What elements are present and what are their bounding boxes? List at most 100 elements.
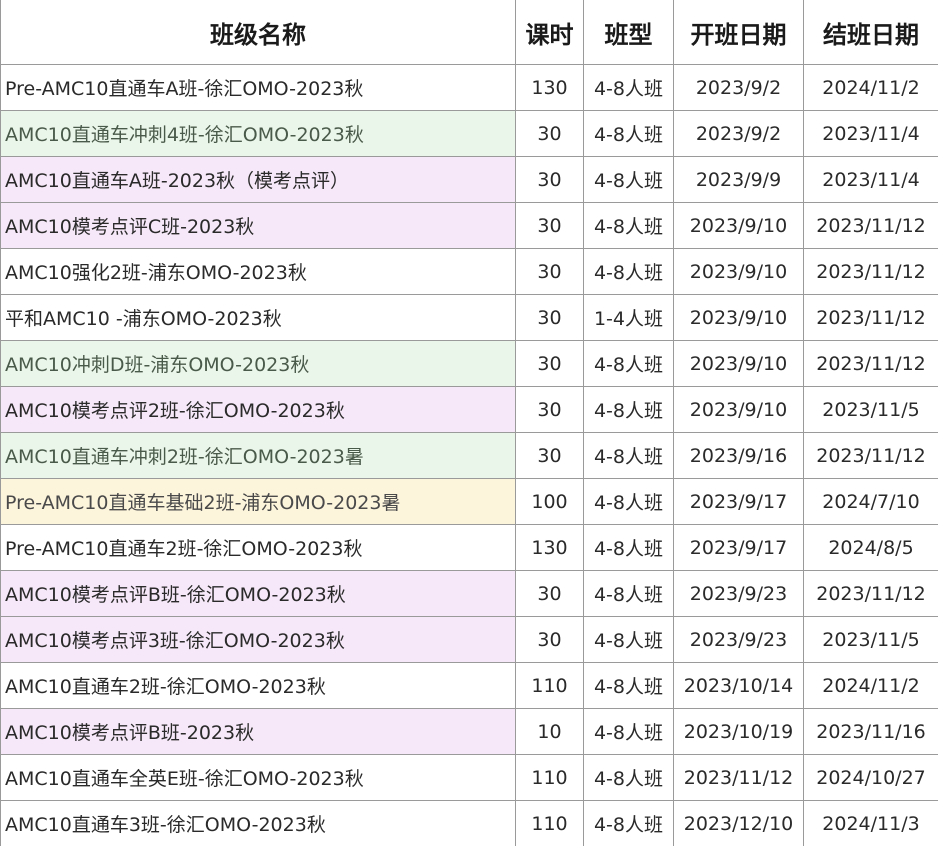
end-date-cell: 2024/11/2	[803, 64, 938, 111]
table-row: 平和AMC10 -浦东OMO-2023秋 30 1-4人班 2023/9/10 2023…	[0, 294, 938, 341]
class-type-cell: 4-8人班	[583, 478, 674, 525]
hours-cell: 30	[515, 570, 584, 617]
class-type-cell: 4-8人班	[583, 110, 674, 157]
class-type-cell: 4-8人班	[583, 800, 674, 846]
class-schedule-table: 班级名称 课时 班型 开班日期 结班日期 Pre-AMC10直通车A班-徐汇OM…	[0, 0, 938, 846]
table-row: AMC10直通车全英E班-徐汇OMO-2023秋 110 4-8人班 2023/11/…	[0, 754, 938, 801]
start-date-cell: 2023/9/2	[673, 64, 804, 111]
start-date-cell: 2023/9/10	[673, 340, 804, 387]
class-type-cell: 4-8人班	[583, 432, 674, 479]
table-row: AMC10模考点评B班-2023秋 10 4-8人班 2023/10/19 2023/1…	[0, 708, 938, 755]
table-row: AMC10直通车2班-徐汇OMO-2023秋 110 4-8人班 2023/10/14…	[0, 662, 938, 709]
end-date-cell: 2024/10/27	[803, 754, 938, 801]
end-date-cell: 2023/11/4	[803, 156, 938, 203]
table-row: AMC10模考点评2班-徐汇OMO-2023秋 30 4-8人班 2023/9/10 2…	[0, 386, 938, 433]
header-class-name: 班级名称	[0, 0, 516, 65]
hours-cell: 30	[515, 294, 584, 341]
class-type-cell: 4-8人班	[583, 202, 674, 249]
end-date-cell: 2023/11/5	[803, 386, 938, 433]
class-name-cell: AMC10直通车冲刺4班-徐汇OMO-2023秋	[0, 110, 516, 157]
class-name-cell: AMC10直通车A班-2023秋（模考点评）	[0, 156, 516, 203]
start-date-cell: 2023/11/12	[673, 754, 804, 801]
end-date-cell: 2023/11/12	[803, 432, 938, 479]
class-name-cell: AMC10强化2班-浦东OMO-2023秋	[0, 248, 516, 295]
class-name-cell: AMC10模考点评C班-2023秋	[0, 202, 516, 249]
start-date-cell: 2023/10/14	[673, 662, 804, 709]
table-row: AMC10模考点评3班-徐汇OMO-2023秋 30 4-8人班 2023/9/23 2…	[0, 616, 938, 663]
class-type-cell: 4-8人班	[583, 754, 674, 801]
start-date-cell: 2023/9/23	[673, 616, 804, 663]
class-name-cell: Pre-AMC10直通车A班-徐汇OMO-2023秋	[0, 64, 516, 111]
table-row: AMC10直通车冲刺4班-徐汇OMO-2023秋 30 4-8人班 2023/9/2 2…	[0, 110, 938, 157]
end-date-cell: 2023/11/12	[803, 202, 938, 249]
hours-cell: 30	[515, 386, 584, 433]
table-row: Pre-AMC10直通车基础2班-浦东OMO-2023暑 100 4-8人班 2023…	[0, 478, 938, 525]
hours-cell: 110	[515, 800, 584, 846]
start-date-cell: 2023/9/10	[673, 248, 804, 295]
table-row: Pre-AMC10直通车A班-徐汇OMO-2023秋 130 4-8人班 2023/9…	[0, 64, 938, 111]
class-name-cell: AMC10直通车3班-徐汇OMO-2023秋	[0, 800, 516, 846]
hours-cell: 30	[515, 248, 584, 295]
class-type-cell: 4-8人班	[583, 248, 674, 295]
hours-cell: 130	[515, 524, 584, 571]
end-date-cell: 2023/11/12	[803, 294, 938, 341]
class-type-cell: 4-8人班	[583, 616, 674, 663]
class-type-cell: 4-8人班	[583, 156, 674, 203]
class-name-cell: AMC10直通车冲刺2班-徐汇OMO-2023暑	[0, 432, 516, 479]
class-type-cell: 4-8人班	[583, 570, 674, 617]
start-date-cell: 2023/9/10	[673, 294, 804, 341]
class-type-cell: 4-8人班	[583, 64, 674, 111]
hours-cell: 30	[515, 110, 584, 157]
class-type-cell: 1-4人班	[583, 294, 674, 341]
start-date-cell: 2023/9/2	[673, 110, 804, 157]
start-date-cell: 2023/10/19	[673, 708, 804, 755]
hours-cell: 30	[515, 340, 584, 387]
end-date-cell: 2023/11/16	[803, 708, 938, 755]
table-row: AMC10模考点评B班-徐汇OMO-2023秋 30 4-8人班 2023/9/23 2…	[0, 570, 938, 617]
class-name-cell: AMC10模考点评B班-2023秋	[0, 708, 516, 755]
start-date-cell: 2023/9/17	[673, 478, 804, 525]
end-date-cell: 2024/8/5	[803, 524, 938, 571]
class-name-cell: AMC10直通车全英E班-徐汇OMO-2023秋	[0, 754, 516, 801]
table-row: AMC10强化2班-浦东OMO-2023秋 30 4-8人班 2023/9/10 202…	[0, 248, 938, 295]
end-date-cell: 2023/11/12	[803, 340, 938, 387]
table-row: AMC10直通车A班-2023秋（模考点评） 30 4-8人班 2023/9/9 202…	[0, 156, 938, 203]
end-date-cell: 2023/11/5	[803, 616, 938, 663]
start-date-cell: 2023/12/10	[673, 800, 804, 846]
start-date-cell: 2023/9/10	[673, 202, 804, 249]
table-row: AMC10冲刺D班-浦东OMO-2023秋 30 4-8人班 2023/9/10 202…	[0, 340, 938, 387]
start-date-cell: 2023/9/10	[673, 386, 804, 433]
class-name-cell: AMC10模考点评2班-徐汇OMO-2023秋	[0, 386, 516, 433]
header-start-date: 开班日期	[673, 0, 804, 65]
hours-cell: 30	[515, 156, 584, 203]
hours-cell: 110	[515, 754, 584, 801]
hours-cell: 30	[515, 202, 584, 249]
header-row: 班级名称 课时 班型 开班日期 结班日期	[0, 0, 938, 65]
header-end-date: 结班日期	[803, 0, 938, 65]
start-date-cell: 2023/9/16	[673, 432, 804, 479]
table-row: Pre-AMC10直通车2班-徐汇OMO-2023秋 130 4-8人班 2023/9…	[0, 524, 938, 571]
class-type-cell: 4-8人班	[583, 708, 674, 755]
end-date-cell: 2023/11/12	[803, 570, 938, 617]
end-date-cell: 2023/11/12	[803, 248, 938, 295]
class-name-cell: AMC10直通车2班-徐汇OMO-2023秋	[0, 662, 516, 709]
class-name-cell: Pre-AMC10直通车基础2班-浦东OMO-2023暑	[0, 478, 516, 525]
end-date-cell: 2023/11/4	[803, 110, 938, 157]
start-date-cell: 2023/9/9	[673, 156, 804, 203]
table-row: AMC10模考点评C班-2023秋 30 4-8人班 2023/9/10 2023/11…	[0, 202, 938, 249]
class-name-cell: AMC10模考点评B班-徐汇OMO-2023秋	[0, 570, 516, 617]
header-class-type: 班型	[583, 0, 674, 65]
end-date-cell: 2024/7/10	[803, 478, 938, 525]
class-type-cell: 4-8人班	[583, 386, 674, 433]
hours-cell: 100	[515, 478, 584, 525]
class-name-cell: AMC10模考点评3班-徐汇OMO-2023秋	[0, 616, 516, 663]
hours-cell: 30	[515, 616, 584, 663]
end-date-cell: 2024/11/3	[803, 800, 938, 846]
hours-cell: 110	[515, 662, 584, 709]
class-type-cell: 4-8人班	[583, 340, 674, 387]
table-row: AMC10直通车3班-徐汇OMO-2023秋 110 4-8人班 2023/12/10…	[0, 800, 938, 846]
hours-cell: 10	[515, 708, 584, 755]
table-row: AMC10直通车冲刺2班-徐汇OMO-2023暑 30 4-8人班 2023/9/16…	[0, 432, 938, 479]
end-date-cell: 2024/11/2	[803, 662, 938, 709]
hours-cell: 30	[515, 432, 584, 479]
